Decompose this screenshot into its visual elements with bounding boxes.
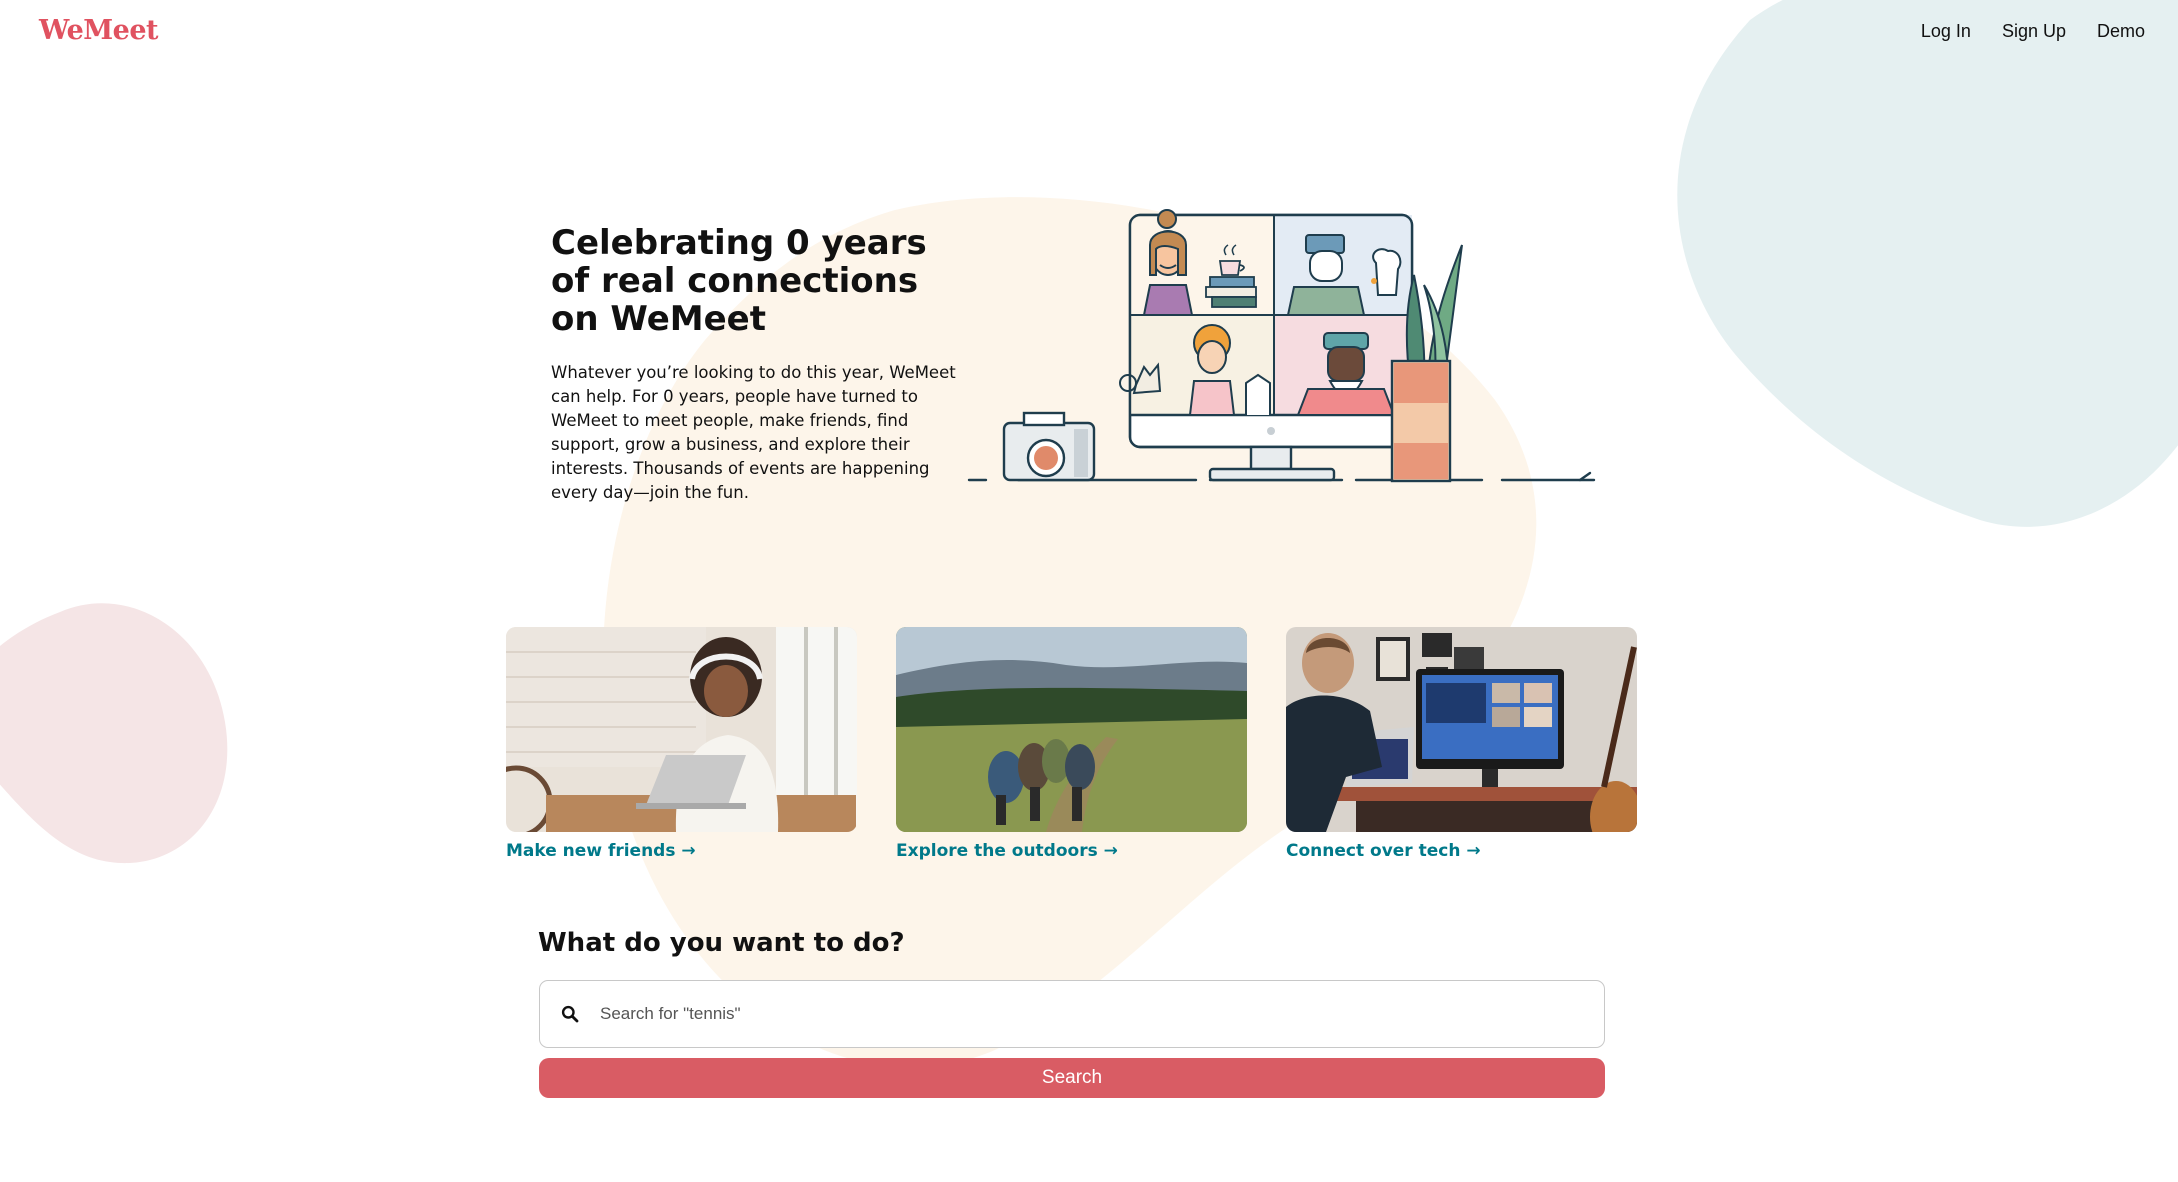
card-label[interactable]: Connect over tech →: [1286, 841, 1637, 861]
card-label[interactable]: Explore the outdoors →: [896, 841, 1247, 861]
top-nav: Log In Sign Up Demo: [1921, 21, 2145, 42]
card-label[interactable]: Make new friends →: [506, 841, 857, 861]
background-blob-teal: [1677, 0, 2178, 527]
login-link[interactable]: Log In: [1921, 21, 1971, 42]
search-icon: [540, 981, 600, 1047]
hikers-in-meadow-photo: [896, 627, 1247, 832]
woman-on-video-call-photo: [506, 627, 857, 832]
card-make-new-friends[interactable]: Make new friends →: [506, 627, 857, 861]
video-call-illustration: [967, 209, 1596, 483]
man-at-computer-photo: [1286, 627, 1637, 832]
category-cards: Make new friends → Explore the outdoors …: [506, 627, 1637, 861]
wemeet-logo[interactable]: WeMeet: [39, 15, 159, 46]
hero-title: Celebrating 0 years of real connections …: [551, 223, 927, 339]
search-input[interactable]: [600, 981, 1604, 1047]
hero-description: Whatever you’re looking to do this year,…: [551, 363, 956, 502]
demo-link[interactable]: Demo: [2097, 21, 2145, 42]
signup-link[interactable]: Sign Up: [2002, 21, 2066, 42]
card-connect-tech[interactable]: Connect over tech →: [1286, 627, 1637, 861]
search-heading: What do you want to do?: [538, 928, 905, 958]
search-button[interactable]: Search: [539, 1058, 1605, 1098]
background-blob-pink: [0, 603, 228, 864]
search-box[interactable]: [539, 980, 1605, 1048]
card-explore-outdoors[interactable]: Explore the outdoors →: [896, 627, 1247, 861]
